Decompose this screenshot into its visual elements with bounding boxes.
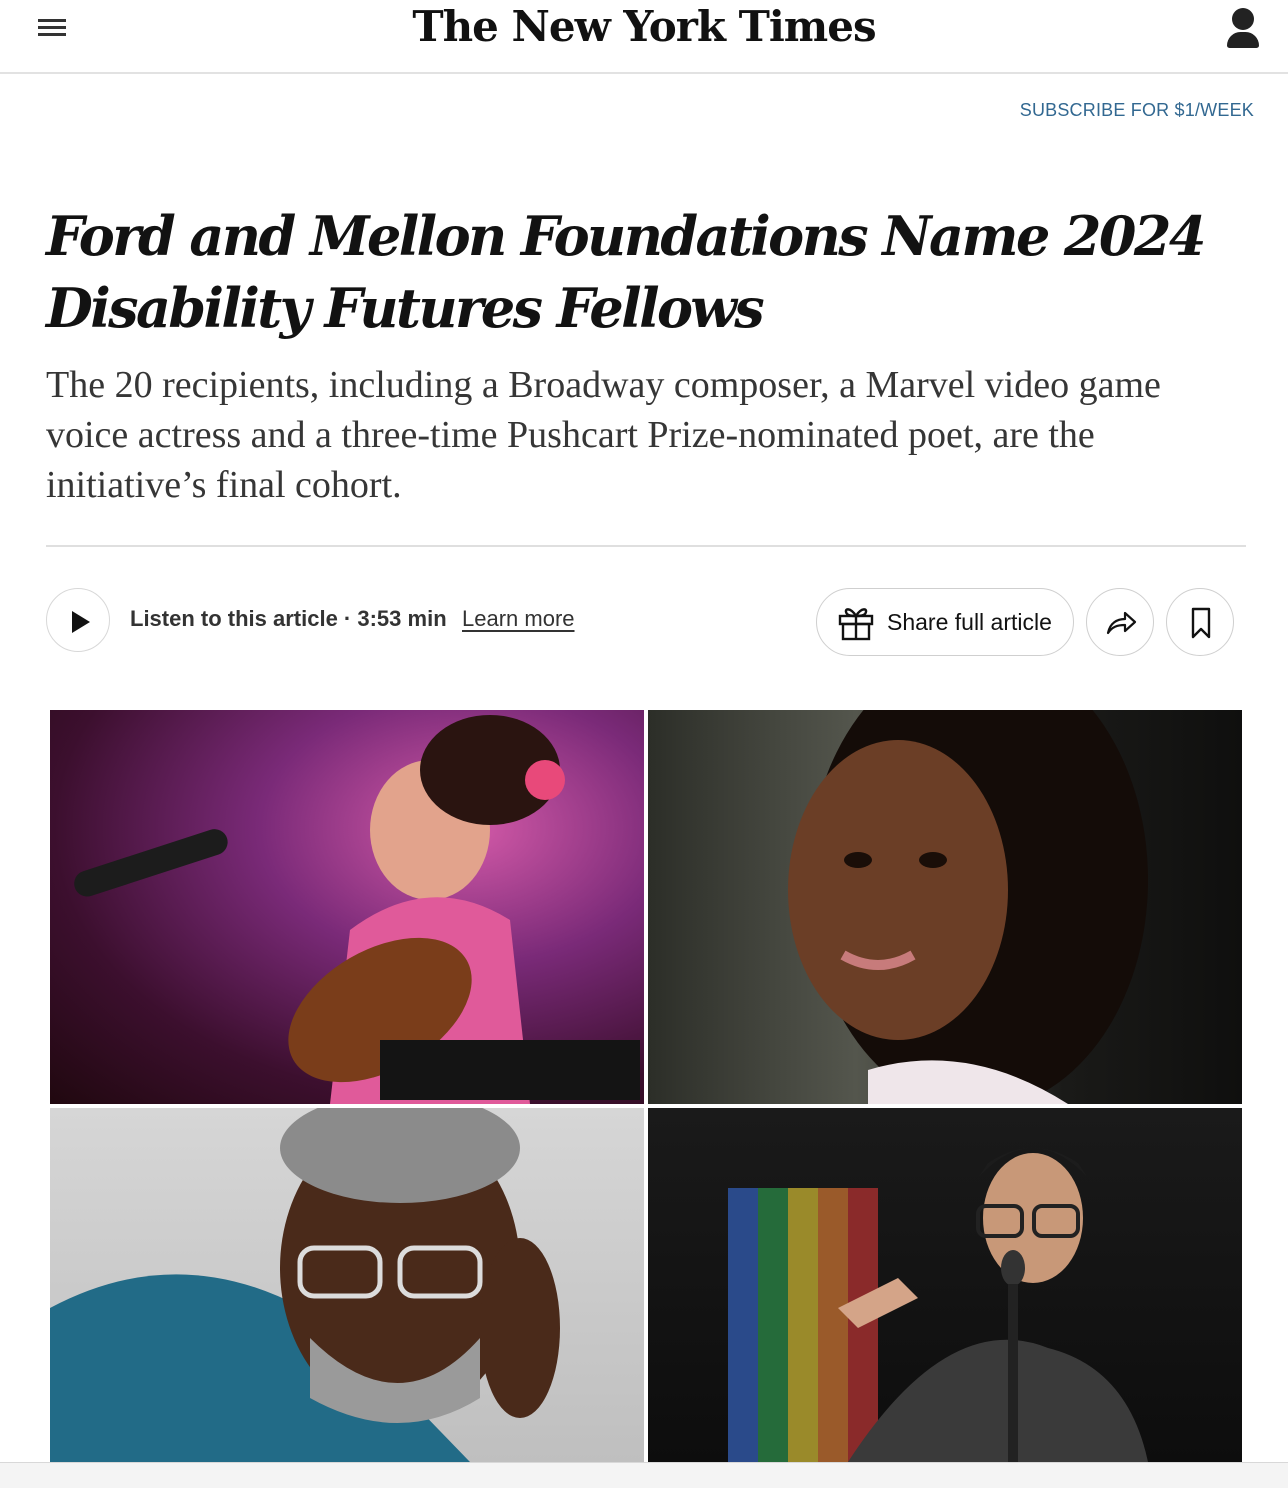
- share-forward-icon: [1106, 611, 1137, 635]
- divider: [46, 545, 1246, 547]
- photo-speaker-microphone: [648, 1108, 1242, 1462]
- photo-man-portrait: [50, 1108, 644, 1462]
- play-icon: [72, 611, 90, 633]
- photo-woman-portrait: [648, 710, 1242, 1104]
- subscribe-link[interactable]: SUBSCRIBE FOR $1/WEEK: [1020, 100, 1254, 121]
- play-audio-button[interactable]: [46, 588, 110, 652]
- bookmark-icon: [1191, 607, 1211, 639]
- bookmark-button[interactable]: [1166, 588, 1234, 656]
- share-full-article-button[interactable]: Share full article: [816, 588, 1074, 656]
- bottom-bar: [0, 1462, 1288, 1488]
- share-label: Share full article: [887, 609, 1052, 635]
- article-headline: Ford and Mellon Foundations Name 2024 Di…: [46, 204, 1206, 340]
- nyt-logo[interactable]: The New York Times: [0, 2, 1288, 51]
- photo-violinist: [50, 710, 644, 1104]
- article-summary: The 20 recipients, including a Broadway …: [46, 364, 1161, 506]
- account-icon[interactable]: [1224, 6, 1262, 48]
- gift-icon: [838, 608, 874, 641]
- masthead: The New York Times: [0, 0, 1288, 74]
- share-forward-button[interactable]: [1086, 588, 1154, 656]
- listen-label: Listen to this article · 3:53 min: [130, 606, 447, 631]
- learn-more-link[interactable]: Learn more: [462, 606, 575, 632]
